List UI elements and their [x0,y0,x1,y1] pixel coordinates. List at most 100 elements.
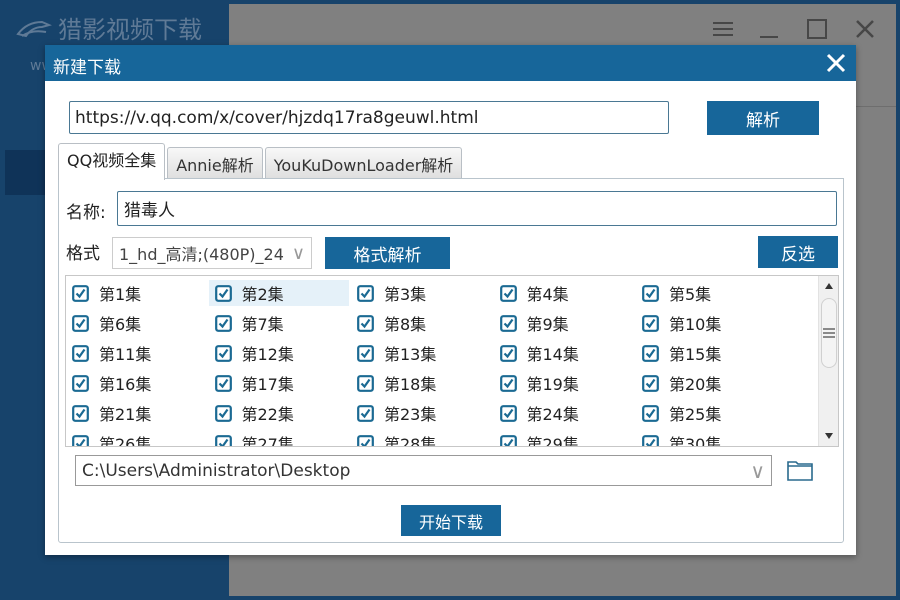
format-select[interactable]: 1_hd_高清;(480P)_24 ∨ [112,237,312,269]
episode-checkbox-item[interactable]: 第6集 [66,310,206,336]
checkbox-checked-icon[interactable] [214,434,232,448]
checkbox-checked-icon[interactable] [357,434,374,448]
checkbox-checked-icon[interactable] [72,374,89,392]
episode-checkbox-item[interactable]: 第23集 [351,400,491,426]
format-value: 1_hd_高清;(480P)_24 [119,245,284,264]
checkbox-checked-icon[interactable] [214,284,232,302]
checkbox-checked-icon[interactable] [499,284,517,302]
minimize-button[interactable] [756,16,782,42]
menu-button[interactable] [710,16,736,42]
checkbox-checked-icon[interactable] [499,434,517,448]
checkbox-checked-icon[interactable] [642,374,659,392]
episode-checkbox-item[interactable]: 第9集 [494,310,634,336]
checkbox-checked-icon[interactable] [642,284,659,302]
checkbox-checked-icon[interactable] [499,314,517,332]
episode-label: 第1集 [99,285,142,304]
close-icon [856,20,874,38]
scroll-up-button[interactable] [819,278,838,294]
episode-label: 第30集 [669,435,722,447]
checkbox-checked-icon[interactable] [642,344,659,362]
episode-checkbox-item[interactable]: 第13集 [351,340,491,366]
episode-checkbox-item[interactable]: 第12集 [209,340,349,366]
episode-checkbox-item[interactable]: 第15集 [636,340,776,366]
episode-checkbox-item[interactable]: 第22集 [209,400,349,426]
vertical-scrollbar[interactable] [818,276,838,446]
checkbox-checked-icon[interactable] [72,284,89,302]
episode-checkbox-item[interactable]: 第4集 [494,280,634,306]
episode-checkbox-item[interactable]: 第8集 [351,310,491,336]
tab-annie[interactable]: Annie解析 [167,147,263,179]
episode-label: 第24集 [526,405,579,424]
episode-checkbox-item[interactable]: 第11集 [66,340,206,366]
episode-checkbox-item[interactable]: 第10集 [636,310,776,336]
episode-label: 第10集 [669,315,722,334]
browse-folder-button[interactable] [786,458,814,482]
checkbox-checked-icon[interactable] [214,314,232,332]
format-parse-button[interactable]: 格式解析 [325,237,450,269]
name-input[interactable] [117,191,837,226]
checkbox-checked-icon[interactable] [357,344,374,362]
episode-label: 第7集 [241,315,284,334]
checkbox-checked-icon[interactable] [642,404,659,422]
invert-selection-button[interactable]: 反选 [758,236,838,268]
episode-label: 第21集 [99,405,152,424]
checkbox-checked-icon[interactable] [642,434,659,448]
episode-checkbox-item[interactable]: 第28集 [351,430,491,448]
episode-checkbox-item[interactable]: 第30集 [636,430,776,448]
episode-checkbox-item[interactable]: 第16集 [66,370,206,396]
checkbox-checked-icon[interactable] [214,374,232,392]
checkbox-checked-icon[interactable] [357,314,374,332]
episode-checkbox-item[interactable]: 第24集 [494,400,634,426]
tab-youku-downloader[interactable]: YouKuDownLoader解析 [264,147,463,179]
episode-checkbox-item[interactable]: 第26集 [66,430,206,448]
start-download-button[interactable]: 开始下载 [401,505,501,536]
scroll-down-button[interactable] [819,428,838,444]
checkbox-checked-icon[interactable] [214,404,232,422]
dialog-title: 新建下载 [53,58,121,78]
checkbox-checked-icon[interactable] [357,374,374,392]
episode-checkbox-item[interactable]: 第14集 [494,340,634,366]
chevron-down-icon: ∨ [750,458,765,483]
episode-label: 第16集 [99,375,152,394]
checkbox-checked-icon[interactable] [499,374,517,392]
episode-checkbox-item[interactable]: 第27集 [209,430,349,448]
checkbox-checked-icon[interactable] [72,404,89,422]
episode-checkbox-item[interactable]: 第29集 [494,430,634,448]
app-title: 猎影视频下载 [58,16,202,44]
source-tabs: QQ视频全集 Annie解析 YouKuDownLoader解析 [58,143,464,180]
minimize-icon [760,36,778,38]
maximize-button[interactable] [804,16,830,42]
checkbox-checked-icon[interactable] [214,344,232,362]
checkbox-checked-icon[interactable] [72,434,89,448]
episode-checkbox-item[interactable]: 第19集 [494,370,634,396]
episode-checkbox-item[interactable]: 第21集 [66,400,206,426]
episode-checkbox-item[interactable]: 第5集 [636,280,776,306]
maximize-icon [807,19,827,39]
window-close-button[interactable] [852,16,878,42]
format-label: 格式 [66,244,100,264]
episode-checkbox-item[interactable]: 第3集 [351,280,491,306]
url-input[interactable] [69,101,669,134]
episode-checkbox-item[interactable]: 第1集 [66,280,206,306]
scroll-thumb[interactable] [821,298,837,368]
episode-checkbox-item[interactable]: 第7集 [209,310,349,336]
episode-label: 第19集 [526,375,579,394]
episode-checkbox-item[interactable]: 第18集 [351,370,491,396]
tab-qq-full-series[interactable]: QQ视频全集 [58,143,166,180]
dialog-close-button[interactable] [824,51,848,75]
checkbox-checked-icon[interactable] [357,284,374,302]
checkbox-checked-icon[interactable] [499,344,517,362]
episode-label: 第18集 [384,375,437,394]
parse-button[interactable]: 解析 [707,101,819,135]
checkbox-checked-icon[interactable] [642,314,659,332]
checkbox-checked-icon[interactable] [72,314,89,332]
checkbox-checked-icon[interactable] [357,404,374,422]
save-path-select[interactable]: C:\Users\Administrator\Desktop ∨ [75,455,772,486]
checkbox-checked-icon[interactable] [499,404,517,422]
episode-checkbox-item[interactable]: 第25集 [636,400,776,426]
episode-checkbox-item[interactable]: 第17集 [209,370,349,396]
episode-checkbox-item[interactable]: 第2集 [208,280,349,306]
checkbox-checked-icon[interactable] [72,344,89,362]
episode-label: 第2集 [241,285,284,304]
episode-checkbox-item[interactable]: 第20集 [636,370,776,396]
